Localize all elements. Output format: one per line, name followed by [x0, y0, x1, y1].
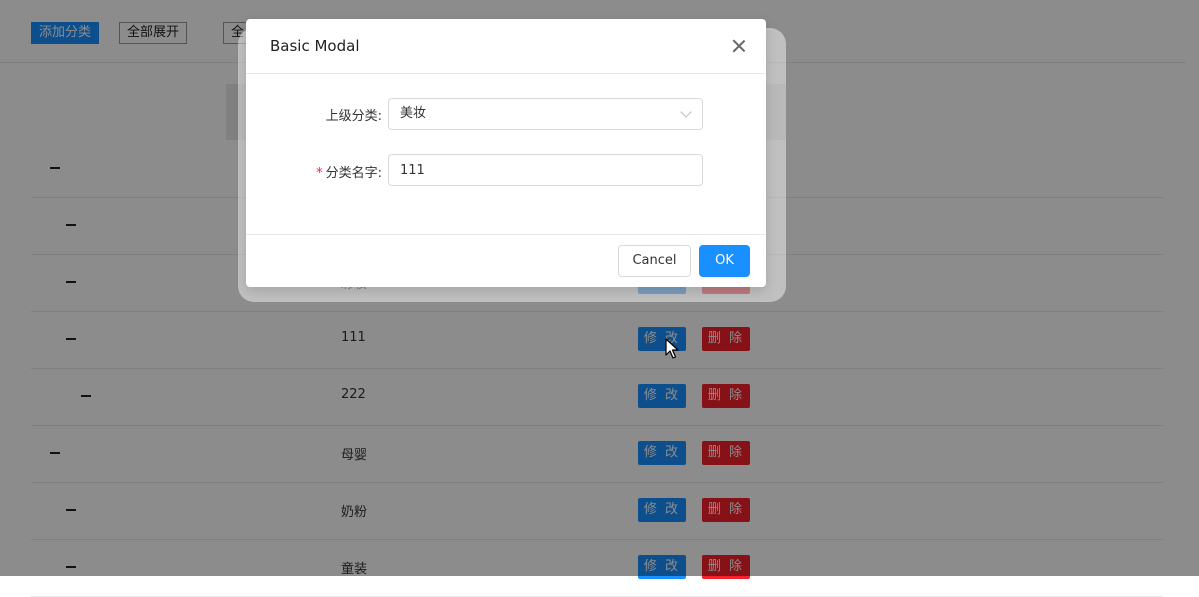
mouse-cursor-icon [665, 338, 679, 359]
modal-header: Basic Modal [246, 19, 766, 74]
category-modal: Basic Modal 上级分类: 美妆 *分类名字: Cancel OK [246, 19, 766, 287]
cancel-button[interactable]: Cancel [618, 245, 691, 277]
parent-category-label-text: 上级分类: [325, 109, 382, 124]
required-mark: * [316, 166, 323, 181]
parent-category-label: 上级分类: [306, 105, 382, 124]
chevron-down-icon [680, 106, 692, 118]
category-name-label: * 分类名字: [286, 162, 382, 181]
modal-footer: Cancel OK [246, 234, 766, 288]
category-name-input[interactable] [388, 154, 703, 186]
category-name-label-text: 分类名字: [325, 166, 382, 181]
modal-title: Basic Modal [270, 37, 360, 55]
close-icon[interactable] [730, 37, 748, 55]
parent-category-select[interactable]: 美妆 [388, 98, 703, 130]
parent-category-value: 美妆 [400, 106, 427, 121]
ok-button[interactable]: OK [699, 245, 750, 277]
